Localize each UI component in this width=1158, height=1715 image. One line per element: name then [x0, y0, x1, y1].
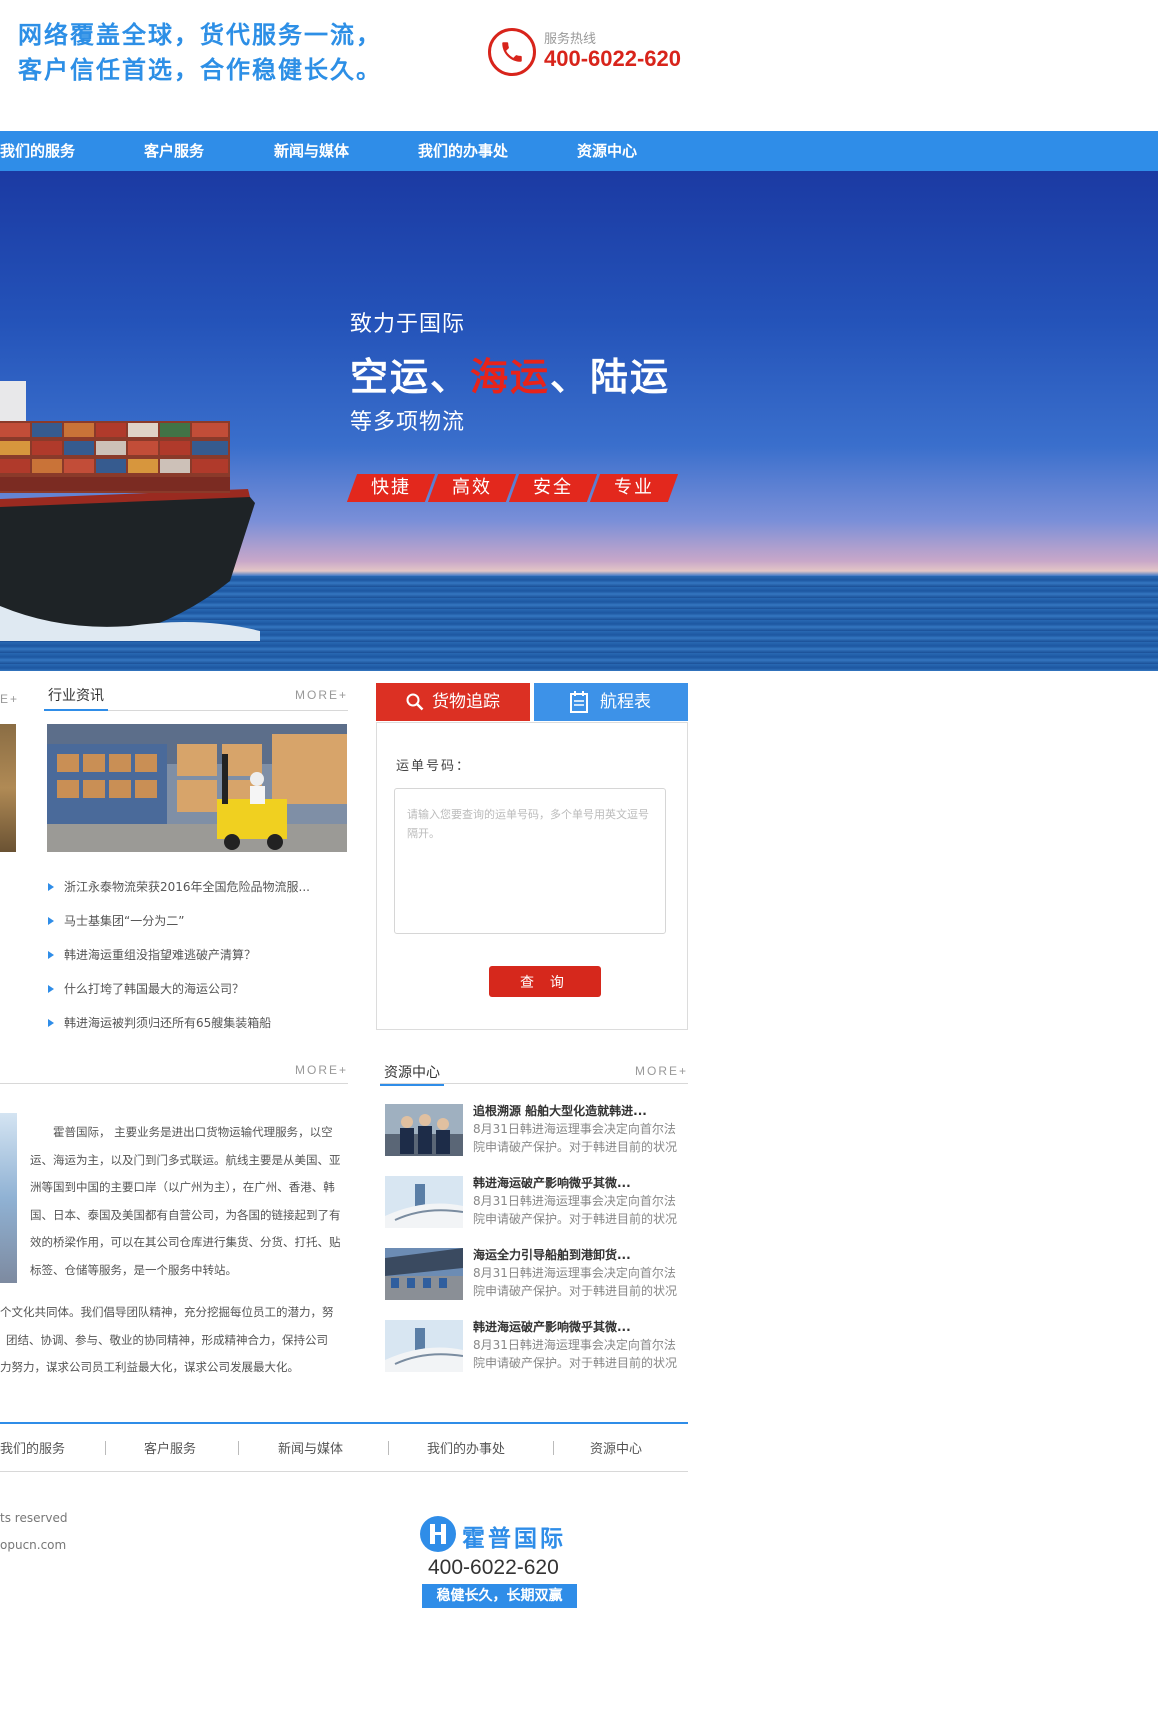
- site-url[interactable]: opucn.com: [0, 1538, 66, 1552]
- resource-thumbnail: [385, 1104, 463, 1156]
- nav-item-resource-center[interactable]: 资源中心: [577, 131, 637, 171]
- copyright-text: ts reserved: [0, 1511, 68, 1525]
- list-item[interactable]: 浙江永泰物流荣获2016年全国危险品物流服...: [48, 880, 310, 914]
- nav-item-news-media[interactable]: 新闻与媒体: [274, 131, 349, 171]
- company-logo-icon: [420, 1516, 456, 1552]
- left-more-link[interactable]: E+: [0, 692, 19, 706]
- resource-item-desc: 8月31日韩进海运理事会决定向首尔法院申请破产保护。对于韩进目前的状况: [473, 1194, 678, 1226]
- list-item[interactable]: 海运全力引导船舶到港卸货... 8月31日韩进海运理事会决定向首尔法院申请破产保…: [385, 1246, 685, 1306]
- tab-cargo-tracking-label: 货物追踪: [432, 692, 500, 712]
- resource-item-desc: 8月31日韩进海运理事会决定向首尔法院申请破产保护。对于韩进目前的状况: [473, 1122, 678, 1154]
- industry-news-list: 浙江永泰物流荣获2016年全国危险品物流服... 马士基集团“一分为二” 韩进海…: [48, 880, 310, 1050]
- footer-divider: [388, 1441, 389, 1455]
- arrow-bullet-icon: [48, 917, 54, 925]
- hotline-label: 服务热线: [544, 32, 597, 47]
- calendar-icon: [570, 691, 588, 713]
- tab-schedule[interactable]: 航程表: [534, 683, 688, 721]
- nav-item-services[interactable]: 我们的服务: [0, 131, 75, 171]
- tab-schedule-label: 航程表: [600, 692, 651, 712]
- about-paragraph: 霍普国际， 主要业务是进出口货物运输代理服务，以空运、海运为主，以及门到门多式联…: [30, 1125, 341, 1277]
- list-item[interactable]: 韩进海运重组没指望难逃破产清算？: [48, 948, 310, 982]
- banner-headline-highlight: 海运: [470, 355, 551, 399]
- news-image-partial: [0, 724, 16, 852]
- footer-divider: [238, 1441, 239, 1455]
- slogan-line1: 网络覆盖全球，货代服务一流，: [18, 21, 382, 49]
- resource-item-title: 海运全力引导船舶到港卸货...: [473, 1248, 631, 1262]
- main-nav: 我们的服务 客户服务 新闻与媒体 我们的办事处 资源中心: [0, 131, 1158, 171]
- nav-item-customer-service[interactable]: 客户服务: [144, 131, 204, 171]
- tracking-tabs: 货物追踪 航程表: [376, 683, 688, 721]
- list-item[interactable]: 韩进海运破产影响微乎其微... 8月31日韩进海运理事会决定向首尔法院申请破产保…: [385, 1174, 685, 1234]
- arrow-bullet-icon: [48, 985, 54, 993]
- banner-line1: 致力于国际: [350, 312, 466, 337]
- banner-headline-a: 空运、: [350, 355, 471, 399]
- resource-header: 资源中心 MORE+: [380, 1058, 688, 1086]
- footer-link-offices[interactable]: 我们的办事处: [427, 1438, 505, 1457]
- footer-link-services[interactable]: 我们的服务: [0, 1438, 65, 1457]
- waybill-label: 运单号码：: [396, 759, 472, 774]
- banner-tag: 专业: [589, 474, 679, 502]
- footer-phone: 400-6022-620: [428, 1556, 559, 1579]
- banner-headline-c: 、陆运: [550, 355, 671, 399]
- about-header: MORE+: [0, 1058, 348, 1084]
- arrow-bullet-icon: [48, 883, 54, 891]
- resource-item-desc: 8月31日韩进海运理事会决定向首尔法院申请破产保护。对于韩进目前的状况: [473, 1338, 678, 1370]
- industry-news-more[interactable]: MORE+: [295, 688, 348, 702]
- footer-divider: [553, 1441, 554, 1455]
- resource-title: 资源中心: [380, 1062, 444, 1086]
- footer-link-customer-service[interactable]: 客户服务: [144, 1438, 196, 1457]
- tab-cargo-tracking[interactable]: 货物追踪: [376, 683, 530, 721]
- footer-slogan: 稳健长久，长期双赢: [422, 1584, 577, 1608]
- arrow-bullet-icon: [48, 1019, 54, 1027]
- resource-item-title: 追根溯源 船舶大型化造就韩进...: [473, 1104, 647, 1118]
- slogan-line2: 客户信任首选，合作稳健长久。: [18, 56, 382, 84]
- resource-thumbnail: [385, 1320, 463, 1372]
- banner-headline: 空运、海运、陆运: [350, 346, 670, 401]
- tracking-form: 运单号码： 查 询: [376, 722, 688, 1030]
- search-icon: [406, 693, 424, 711]
- query-button[interactable]: 查 询: [489, 966, 601, 997]
- news-forklift-image[interactable]: [47, 724, 347, 852]
- about-paragraph-2: 个文化共同体。我们倡导团队精神，充分挖掘每位员工的潜力，努 团结、协调、参与、敬…: [0, 1305, 334, 1374]
- hotline-number: 400-6022-620: [544, 46, 682, 71]
- banner-line3: 等多项物流: [350, 410, 466, 435]
- list-item[interactable]: 追根溯源 船舶大型化造就韩进... 8月31日韩进海运理事会决定向首尔法院申请破…: [385, 1102, 685, 1162]
- resource-more[interactable]: MORE+: [635, 1064, 688, 1078]
- banner-tag: 安全: [508, 474, 598, 502]
- footer-nav: 我们的服务 客户服务 新闻与媒体 我们的办事处 资源中心: [0, 1422, 688, 1472]
- resource-item-desc: 8月31日韩进海运理事会决定向首尔法院申请破产保护。对于韩进目前的状况: [473, 1266, 678, 1298]
- industry-news-title: 行业资讯: [44, 685, 108, 711]
- arrow-bullet-icon: [48, 951, 54, 959]
- banner-tag: 快捷: [346, 474, 436, 502]
- hero-banner: 致力于国际 空运、海运、陆运 等多项物流 快捷 高效 安全 专业: [0, 171, 1158, 671]
- list-item[interactable]: 什么打垮了韩国最大的海运公司？: [48, 982, 310, 1016]
- footer-link-news-media[interactable]: 新闻与媒体: [278, 1438, 343, 1457]
- company-name: 霍普国际: [462, 1526, 566, 1552]
- resource-item-title: 韩进海运破产影响微乎其微...: [473, 1176, 631, 1190]
- about-more[interactable]: MORE+: [295, 1063, 348, 1077]
- footer-divider: [105, 1441, 106, 1455]
- resource-thumbnail: [385, 1248, 463, 1300]
- footer-link-resource-center[interactable]: 资源中心: [590, 1438, 642, 1457]
- list-item[interactable]: 韩进海运破产影响微乎其微... 8月31日韩进海运理事会决定向首尔法院申请破产保…: [385, 1318, 685, 1378]
- banner-tag: 高效: [427, 474, 517, 502]
- industry-news-header: 行业资讯 MORE+: [44, 685, 348, 711]
- header-slogan: 网络覆盖全球，货代服务一流， 客户信任首选，合作稳健长久。: [18, 18, 382, 88]
- waybill-input[interactable]: [394, 788, 666, 934]
- nav-item-offices[interactable]: 我们的办事处: [418, 131, 508, 171]
- phone-icon: [488, 28, 536, 76]
- resource-thumbnail: [385, 1176, 463, 1228]
- list-item[interactable]: 韩进海运被判须归还所有65艘集装箱船: [48, 1016, 310, 1050]
- list-item[interactable]: 马士基集团“一分为二”: [48, 914, 310, 948]
- resource-item-title: 韩进海运破产影响微乎其微...: [473, 1320, 631, 1334]
- cargo-ship-image: [0, 381, 260, 641]
- about-image-partial: [0, 1113, 17, 1283]
